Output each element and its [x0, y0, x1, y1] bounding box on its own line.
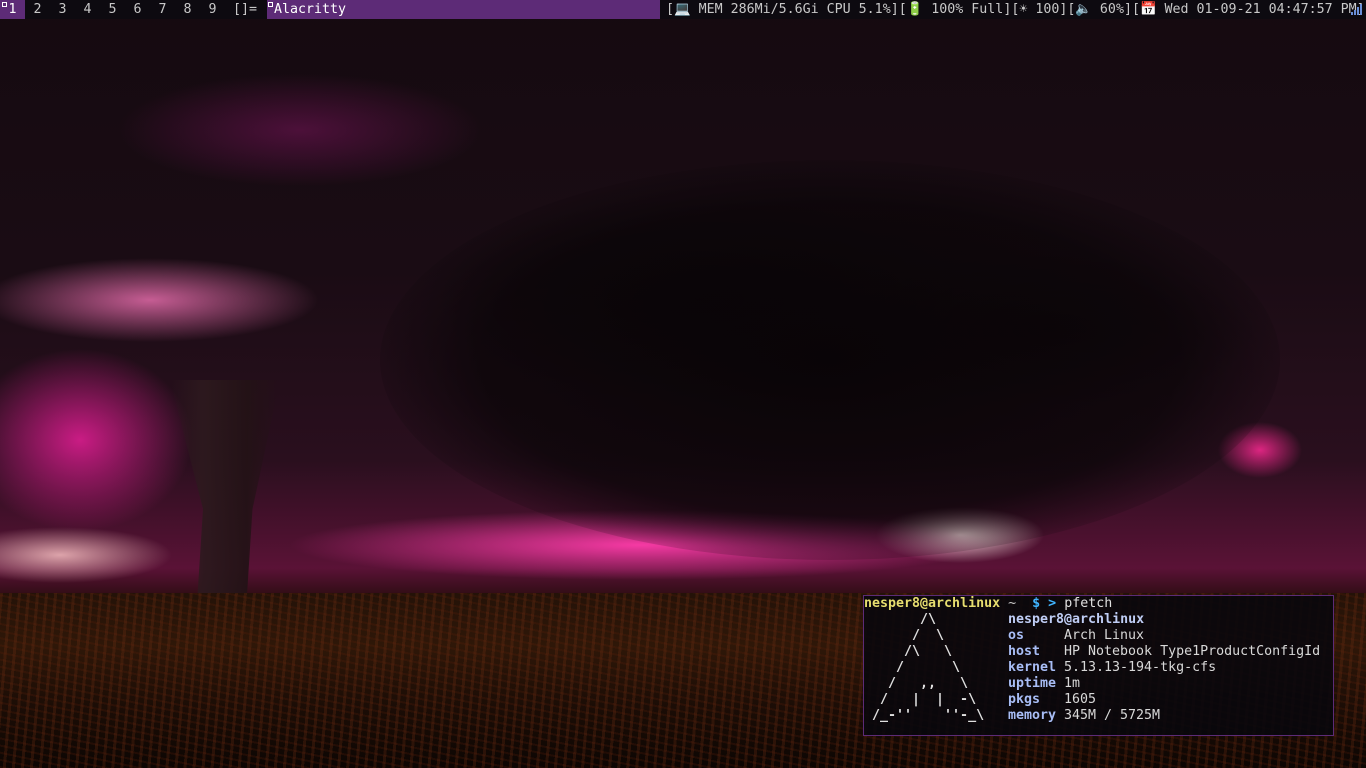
tag-3[interactable]: 3 [50, 0, 75, 19]
info-value: 345M / 5725M [1064, 708, 1161, 723]
tag-2[interactable]: 2 [25, 0, 50, 19]
ascii-art-line: / \ [872, 660, 961, 675]
tag-1[interactable]: 1 [0, 0, 25, 19]
info-key: kernel [1008, 660, 1057, 675]
info-key: host [1008, 644, 1041, 659]
tag-label: 6 [133, 2, 142, 17]
info-value: HP Notebook Type1ProductConfigId [1064, 644, 1321, 659]
workspace-tags: 1 2 3 4 5 6 7 8 9 [0, 0, 225, 19]
tag-label: 5 [108, 2, 117, 17]
signal-bars-icon[interactable] [1351, 4, 1362, 15]
info-row: pkgs 1605 [1008, 692, 1096, 708]
info-row: kernel 5.13.13-194-tkg-cfs [1008, 660, 1216, 676]
tag-label: 4 [83, 2, 92, 17]
info-value: 5.13.13-194-tkg-cfs [1064, 660, 1217, 675]
tag-label: 8 [183, 2, 192, 17]
tag-9[interactable]: 9 [200, 0, 225, 19]
layout-symbol[interactable]: []= [233, 0, 257, 19]
tag-label: 7 [158, 2, 167, 17]
ascii-art-line: / ,, \ [872, 676, 969, 691]
tag-label: 3 [58, 2, 67, 17]
prompt-symbol: $ > [1032, 596, 1057, 611]
info-value: 1m [1064, 676, 1081, 691]
prompt-user: nesper8@archlinux [864, 596, 1001, 611]
info-row: memory 345M / 5725M [1008, 708, 1160, 724]
tag-5[interactable]: 5 [100, 0, 125, 19]
info-key: memory [1008, 708, 1057, 723]
ascii-art-line: /\ [872, 612, 937, 627]
info-row: uptime 1m [1008, 676, 1080, 692]
tag-label: 1 [8, 2, 17, 17]
command-text: pfetch [1064, 596, 1113, 611]
status-text: [💻 MEM 286Mi/5.6Gi CPU 5.1%][🔋 100% Full… [666, 2, 1365, 17]
pfetch-title: nesper8@archlinux [1008, 612, 1145, 627]
window-title[interactable]: Alacritty [267, 0, 660, 19]
tag-8[interactable]: 8 [175, 0, 200, 19]
info-key: uptime [1008, 676, 1057, 691]
storm-cloud [380, 160, 1280, 560]
ascii-art-line: /_-'' ''-_\ [872, 708, 985, 723]
ascii-art-line: / | | -\ [872, 692, 977, 707]
info-key: pkgs [1008, 692, 1041, 707]
tag-6[interactable]: 6 [125, 0, 150, 19]
tag-label: 9 [208, 2, 217, 17]
prompt-dir: ~ [1008, 596, 1017, 611]
info-value: 1605 [1064, 692, 1097, 707]
top-bar: 1 2 3 4 5 6 7 8 9 []= Alacritty [💻 MEM 2… [0, 0, 1366, 19]
info-row: os Arch Linux [1008, 628, 1144, 644]
tag-7[interactable]: 7 [150, 0, 175, 19]
floating-indicator [268, 2, 273, 7]
info-row: host HP Notebook Type1ProductConfigId [1008, 644, 1320, 660]
window-title-text: Alacritty [274, 2, 347, 17]
ascii-art-line: /\ \ [872, 644, 953, 659]
tornado-funnel [170, 380, 280, 595]
tag-label: 2 [33, 2, 42, 17]
info-key: os [1008, 628, 1025, 643]
tag-4[interactable]: 4 [75, 0, 100, 19]
terminal-window[interactable]: nesper8@archlinux ~ $ > pfetch /\ / \ /\… [863, 595, 1334, 736]
prompt-line: nesper8@archlinux ~ $ > pfetch [864, 596, 1112, 612]
ascii-art-line: / \ [872, 628, 945, 643]
tag-occupied-indicator [2, 2, 7, 7]
info-value: Arch Linux [1064, 628, 1145, 643]
